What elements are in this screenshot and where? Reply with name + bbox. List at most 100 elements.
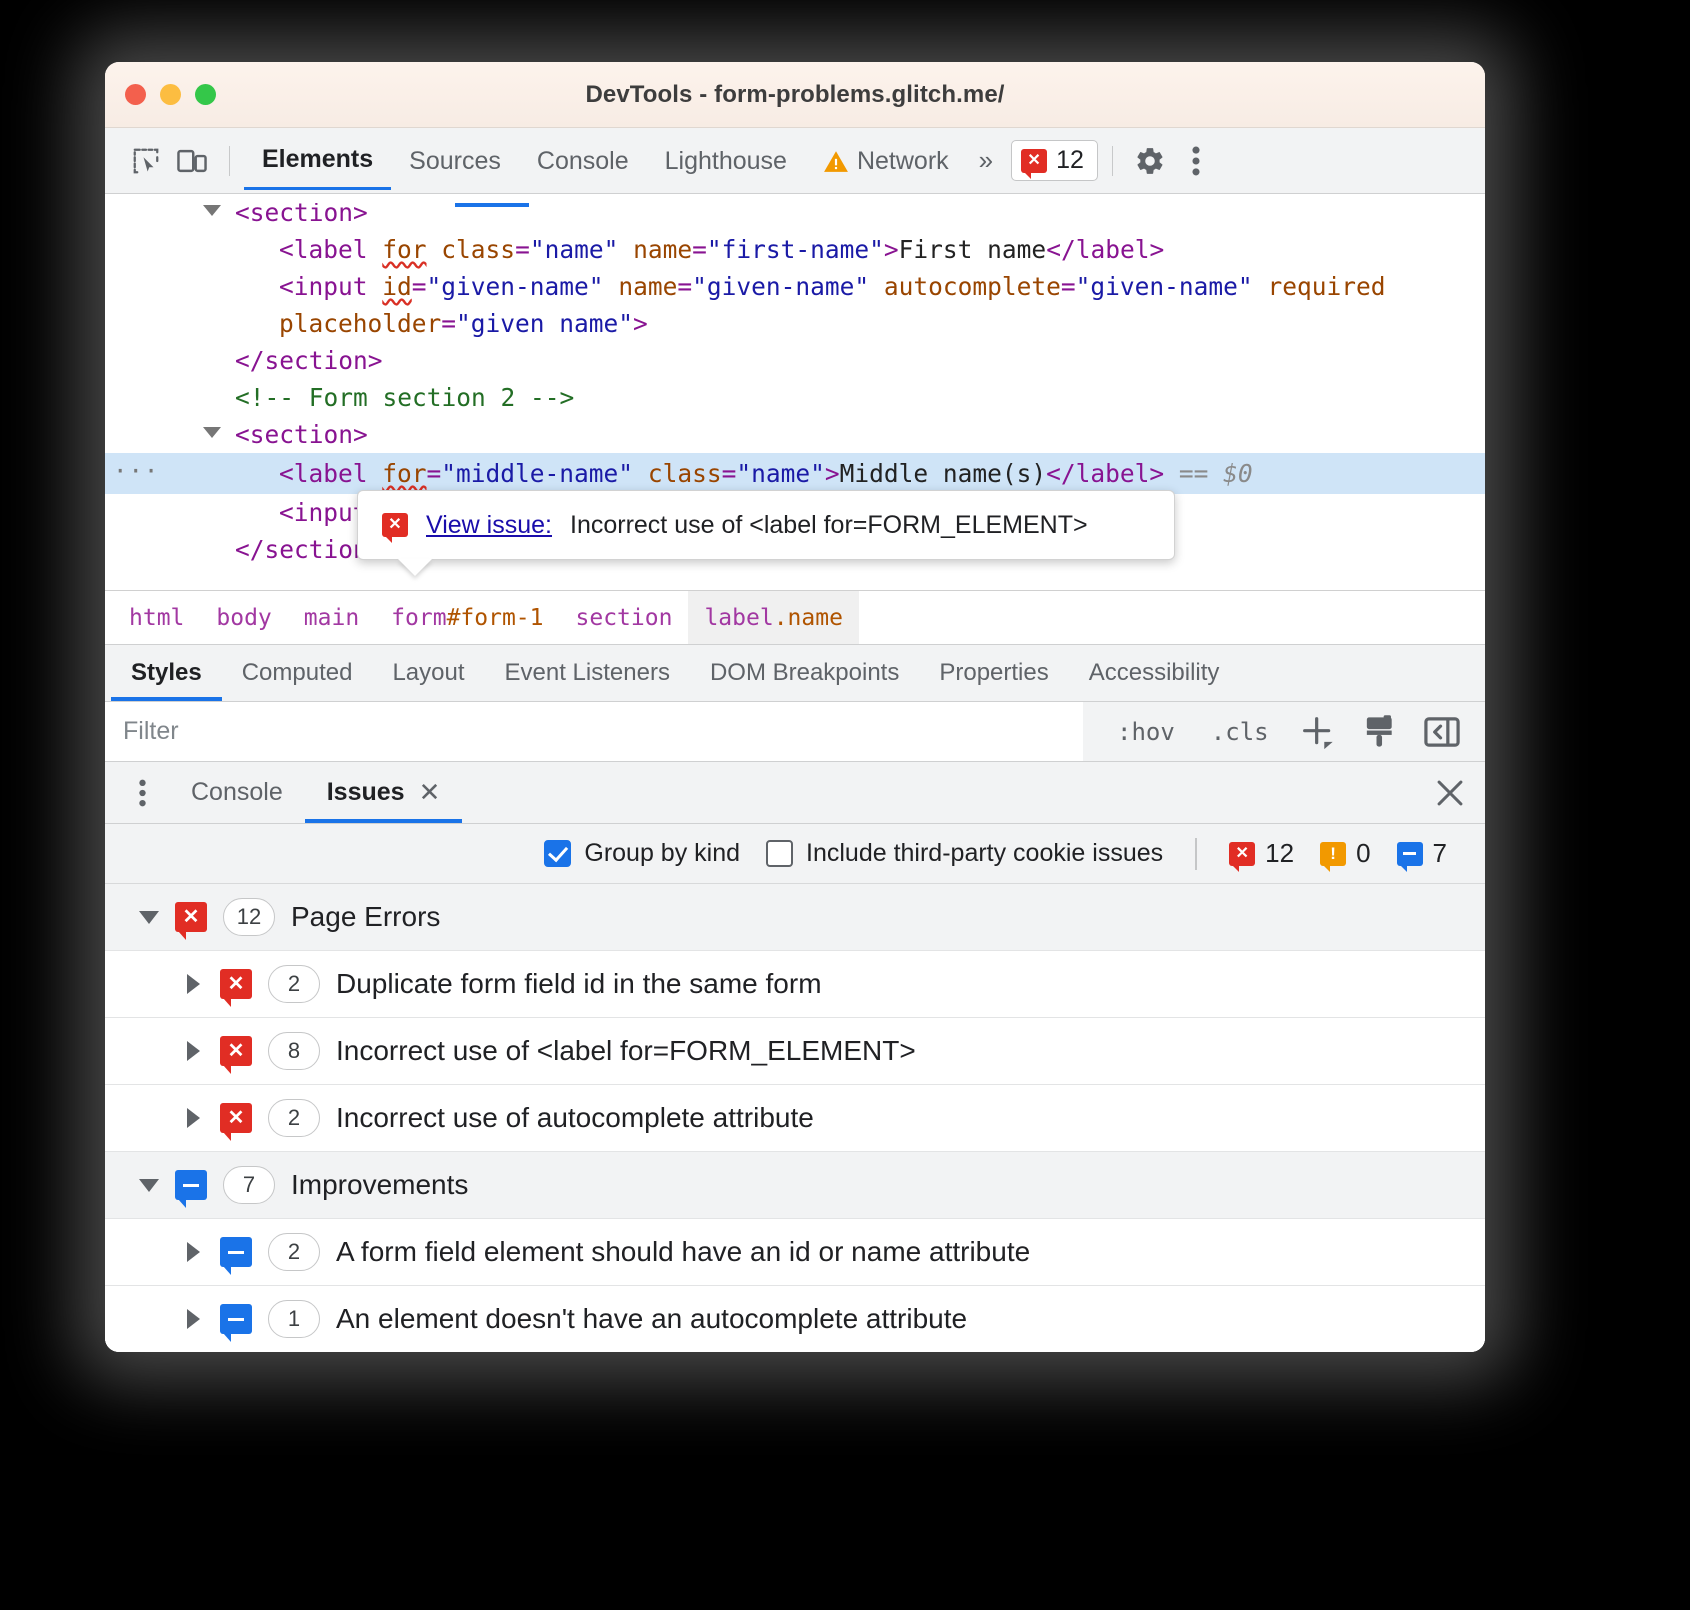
collapse-triangle-icon[interactable] — [139, 911, 159, 924]
close-icon[interactable]: ✕ — [419, 777, 441, 808]
drawer-tab-issues[interactable]: Issues ✕ — [305, 762, 463, 823]
drawer-tab-console[interactable]: Console — [169, 762, 305, 823]
breadcrumb[interactable]: html bodymainform#form-1sectionlabel.name — [105, 590, 1485, 644]
breadcrumb-main: html — [129, 605, 184, 631]
info-count-value: 7 — [1433, 838, 1447, 869]
screenshot-root: DevTools - form-problems.glitch.me/ Elem… — [0, 0, 1690, 1610]
breadcrumb-item-form[interactable]: form#form-1 — [375, 591, 559, 644]
dom-token: name — [618, 272, 677, 301]
toggle-element-classes-button[interactable]: .cls — [1195, 718, 1285, 746]
expand-triangle-icon[interactable] — [187, 1242, 200, 1262]
devtools-toolbar: Elements Sources Console Lighthouse — [105, 128, 1485, 194]
drawer: Console Issues ✕ Group by kind — [105, 762, 1485, 1352]
checkbox-checked-icon[interactable] — [544, 840, 571, 867]
issue-row[interactable]: ✕2Duplicate form field id in the same fo… — [105, 951, 1485, 1018]
tab-label: Accessibility — [1089, 659, 1220, 687]
tab-event-listeners[interactable]: Event Listeners — [485, 645, 690, 701]
paintbrush-icon[interactable] — [1351, 713, 1409, 751]
breadcrumb-item-html[interactable]: html — [113, 591, 200, 644]
tab-sources[interactable]: Sources — [391, 133, 519, 189]
dom-token: class — [441, 235, 515, 264]
expand-triangle-icon[interactable] — [187, 1041, 200, 1061]
breadcrumb-item-label[interactable]: label.name — [688, 591, 859, 644]
kebab-icon[interactable] — [115, 762, 169, 823]
node-badge-icon[interactable]: ··· — [113, 453, 159, 490]
toggle-hover-state-button[interactable]: :hov — [1101, 718, 1191, 746]
styles-pane-tabs[interactable]: StylesComputed Layout Event Listeners DOM B… — [105, 644, 1485, 702]
checkbox-unchecked-icon[interactable] — [766, 840, 793, 867]
styles-filter-row: :hov .cls — [105, 702, 1485, 762]
expand-triangle-icon[interactable] — [187, 974, 200, 994]
tab-lighthouse[interactable]: Lighthouse — [647, 133, 805, 189]
tab-console[interactable]: Console — [519, 133, 647, 189]
issue-count-pill: 8 — [268, 1032, 320, 1070]
dom-token — [618, 235, 633, 264]
error-count-group: ✕ 12 — [1229, 838, 1294, 869]
expand-triangle-icon[interactable] — [203, 205, 221, 216]
tab-properties[interactable]: Properties — [919, 645, 1068, 701]
dom-token — [633, 459, 648, 488]
issue-row[interactable]: ✕2Incorrect use of autocomplete attribut… — [105, 1085, 1485, 1152]
issue-group-label: Improvements — [291, 1169, 468, 1201]
expand-triangle-icon[interactable] — [187, 1108, 200, 1128]
tab-accessibility[interactable]: Accessibility — [1069, 645, 1240, 701]
issue-tooltip[interactable]: ✕ View issue: Incorrect use of <label fo… — [357, 490, 1175, 560]
expand-triangle-icon[interactable] — [187, 1309, 200, 1329]
issues-list[interactable]: ✕12Page Errors✕2Duplicate form field id … — [105, 884, 1485, 1352]
collapse-triangle-icon[interactable] — [139, 1179, 159, 1192]
error-count-chip[interactable]: ✕ 12 — [1011, 140, 1098, 181]
issue-row[interactable]: 1An element doesn't have an autocomplete… — [105, 1286, 1485, 1352]
tab-label: Layout — [392, 659, 464, 687]
breadcrumb-main: label — [704, 605, 773, 631]
search-input[interactable] — [105, 702, 1083, 761]
dom-node-selected[interactable]: ···<label for="middle-name" class="name"… — [105, 453, 1485, 494]
dom-node[interactable]: <label for class="name" name="first-name… — [105, 231, 1485, 268]
group-by-kind-checkbox[interactable]: Group by kind — [544, 839, 740, 868]
tab-computed[interactable]: Computed — [222, 645, 373, 701]
tab-layout[interactable]: Layout — [372, 645, 484, 701]
tab-elements-label: Elements — [262, 145, 373, 174]
tab-network[interactable]: Network — [805, 133, 967, 189]
kebab-icon[interactable] — [1173, 140, 1219, 182]
breadcrumb-item-body[interactable]: body — [200, 591, 287, 644]
dom-token: = — [441, 309, 456, 338]
breadcrumb-item-main[interactable]: main — [288, 591, 375, 644]
dom-token: "given-name" — [1076, 272, 1253, 301]
more-tabs-button[interactable]: » — [967, 145, 1001, 176]
dom-node[interactable]: <section> — [105, 416, 1485, 453]
breadcrumb-item-section[interactable]: section — [560, 591, 689, 644]
third-party-cookies-checkbox[interactable]: Include third-party cookie issues — [766, 839, 1163, 868]
issue-row[interactable]: 2A form field element should have an id … — [105, 1219, 1485, 1286]
dom-node[interactable]: placeholder="given name"> — [105, 305, 1485, 342]
plus-icon[interactable] — [1289, 712, 1347, 752]
view-issue-link[interactable]: View issue: — [426, 507, 552, 544]
issue-label: An element doesn't have an autocomplete … — [336, 1303, 967, 1335]
show-sidebar-icon[interactable] — [1413, 714, 1471, 750]
error-count-value: 12 — [1265, 838, 1294, 869]
inspect-element-icon[interactable] — [123, 140, 169, 182]
tab-styles[interactable]: Styles — [111, 645, 222, 701]
dom-token: = — [722, 459, 737, 488]
dom-token: Middle name(s) — [840, 459, 1047, 488]
tab-sources-label: Sources — [409, 147, 501, 176]
device-toolbar-icon[interactable] — [169, 140, 215, 182]
error-badge-icon: ✕ — [220, 1103, 252, 1133]
expand-triangle-icon[interactable] — [203, 427, 221, 438]
info-count-group: 7 — [1397, 838, 1447, 869]
gear-icon[interactable] — [1127, 140, 1173, 182]
issue-row[interactable]: ✕8Incorrect use of <label for=FORM_ELEME… — [105, 1018, 1485, 1085]
tab-dom-breakpoints[interactable]: DOM Breakpoints — [690, 645, 919, 701]
dom-node[interactable]: <!-- Form section 2 --> — [105, 379, 1485, 416]
issue-group-label: Page Errors — [291, 901, 440, 933]
dom-node[interactable]: <input id="given-name" name="given-name"… — [105, 268, 1485, 305]
dom-node[interactable]: </section> — [105, 342, 1485, 379]
error-badge-icon: ✕ — [1021, 149, 1047, 173]
issue-group-page-errors[interactable]: ✕12Page Errors — [105, 884, 1485, 951]
issue-count-pill: 2 — [268, 965, 320, 1003]
tab-elements[interactable]: Elements — [244, 131, 391, 190]
dom-tree[interactable]: <section> <label for class="name" name="f… — [105, 194, 1485, 590]
close-drawer-button[interactable] — [1415, 762, 1485, 823]
error-badge-icon: ✕ — [220, 969, 252, 999]
issue-group-improvements[interactable]: 7Improvements — [105, 1152, 1485, 1219]
tab-label: Event Listeners — [505, 659, 670, 687]
